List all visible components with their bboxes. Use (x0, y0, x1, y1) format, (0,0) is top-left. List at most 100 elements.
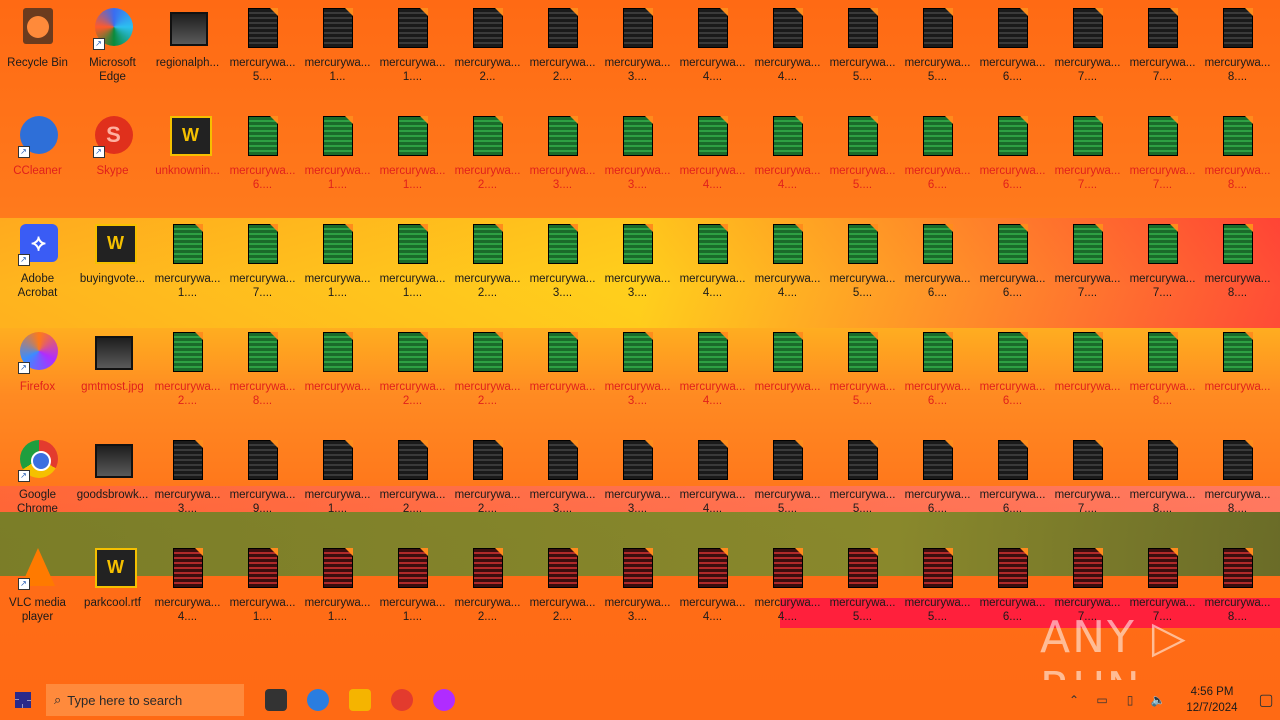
desktop-item[interactable]: mercurywa... 2.... (150, 324, 225, 424)
desktop-item[interactable]: mercurywa... 7.... (1050, 0, 1125, 100)
desktop-item[interactable]: mercurywa... 3.... (600, 540, 675, 640)
desktop-item[interactable]: mercurywa... 1.... (300, 216, 375, 316)
desktop-item[interactable]: mercurywa... 1.... (150, 216, 225, 316)
taskbar-clock[interactable]: 4:56 PM 12/7/2024 (1172, 684, 1252, 716)
desktop-item[interactable]: mercurywa... 5.... (825, 216, 900, 316)
desktop-item[interactable]: mercurywa... 6.... (900, 324, 975, 424)
desktop-item[interactable]: mercurywa... 2.... (525, 0, 600, 100)
desktop-item[interactable]: regionalph... (150, 0, 225, 100)
desktop-item[interactable]: gmtmost.jpg (75, 324, 150, 424)
desktop-item[interactable]: mercurywa... 6.... (975, 324, 1050, 424)
desktop-item[interactable]: mercurywa... 2.... (525, 540, 600, 640)
desktop-item[interactable]: mercurywa... 6.... (900, 216, 975, 316)
desktop-item[interactable]: mercurywa... 5.... (825, 432, 900, 532)
desktop-item[interactable]: mercurywa... 3.... (600, 108, 675, 208)
desktop-item[interactable]: mercurywa... 2.... (375, 432, 450, 532)
desktop-item[interactable]: mercurywa... 5.... (750, 432, 825, 532)
desktop-item[interactable]: mercurywa... 7.... (1050, 432, 1125, 532)
desktop-item[interactable]: ↗ Firefox (0, 324, 75, 424)
desktop-item[interactable]: mercurywa... 3.... (600, 0, 675, 100)
network-icon[interactable]: ▭ (1093, 691, 1111, 709)
desktop-item[interactable]: mercurywa... 5.... (825, 0, 900, 100)
desktop-item[interactable]: mercurywa... 3.... (525, 216, 600, 316)
desktop-item[interactable]: mercurywa... 8.... (1200, 108, 1275, 208)
desktop-item[interactable]: mercurywa... 4.... (675, 540, 750, 640)
desktop-item[interactable]: mercurywa... 5.... (825, 324, 900, 424)
chrome-icon[interactable] (384, 685, 420, 715)
desktop-item[interactable]: mercurywa... 7.... (1125, 0, 1200, 100)
desktop-item[interactable]: mercurywa... (750, 324, 825, 424)
desktop-item[interactable]: mercurywa... 6.... (975, 540, 1050, 640)
desktop-item[interactable]: mercurywa... 1.... (225, 540, 300, 640)
desktop-item[interactable]: mercurywa... 5.... (225, 0, 300, 100)
desktop-item[interactable]: mercurywa... 3.... (525, 432, 600, 532)
desktop-item[interactable]: mercurywa... 8.... (1200, 216, 1275, 316)
volume-icon[interactable]: 🔈 (1149, 691, 1167, 709)
desktop-item[interactable]: mercurywa... 4.... (750, 540, 825, 640)
desktop-item[interactable]: mercurywa... 3.... (150, 432, 225, 532)
desktop-item[interactable]: mercurywa... 6.... (975, 0, 1050, 100)
desktop-item[interactable]: mercurywa... (1050, 324, 1125, 424)
desktop-item[interactable]: mercurywa... 6.... (975, 432, 1050, 532)
notification-center-icon[interactable]: ▢ (1252, 680, 1280, 720)
desktop-item[interactable]: mercurywa... 2.... (450, 540, 525, 640)
desktop-item[interactable]: mercurywa... 8.... (225, 324, 300, 424)
desktop-item[interactable]: ↗ VLC media player (0, 540, 75, 640)
desktop-item[interactable]: mercurywa... 4.... (675, 216, 750, 316)
desktop-item[interactable]: mercurywa... 1.... (300, 432, 375, 532)
desktop-item[interactable]: mercurywa... 4.... (675, 324, 750, 424)
desktop-item[interactable]: mercurywa... 1.... (375, 216, 450, 316)
desktop-item[interactable]: mercurywa... 2.... (450, 324, 525, 424)
desktop-item[interactable]: mercurywa... 8.... (1200, 0, 1275, 100)
desktop-item[interactable]: mercurywa... 1.... (375, 108, 450, 208)
file-explorer-icon[interactable] (342, 685, 378, 715)
taskbar-search-box[interactable]: ⌕ Type here to search (46, 684, 244, 716)
desktop-item[interactable]: mercurywa... 1... (300, 0, 375, 100)
desktop-item[interactable]: mercurywa... 5.... (900, 0, 975, 100)
start-button[interactable] (0, 680, 46, 720)
desktop-item[interactable]: mercurywa... (525, 324, 600, 424)
desktop-item[interactable]: mercurywa... 3.... (600, 216, 675, 316)
desktop-item[interactable]: mercurywa... 2.... (450, 108, 525, 208)
desktop-item[interactable]: mercurywa... 6.... (900, 108, 975, 208)
desktop-item[interactable]: mercurywa... 7.... (225, 216, 300, 316)
desktop-item[interactable]: ⟡ ↗ Adobe Acrobat (0, 216, 75, 316)
desktop-item[interactable]: mercurywa... 2.... (375, 324, 450, 424)
battery-icon[interactable]: ▯ (1121, 691, 1139, 709)
desktop-item[interactable]: mercurywa... 5.... (900, 540, 975, 640)
desktop-item[interactable]: mercurywa... 7.... (1050, 108, 1125, 208)
desktop-item[interactable]: mercurywa... 1.... (375, 540, 450, 640)
desktop-item[interactable]: mercurywa... 4.... (675, 0, 750, 100)
desktop-item[interactable]: S ↗ Skype (75, 108, 150, 208)
desktop-item[interactable]: mercurywa... 3.... (525, 108, 600, 208)
desktop-item[interactable]: mercurywa... 4.... (675, 108, 750, 208)
desktop-item[interactable]: mercurywa... 7.... (1050, 216, 1125, 316)
desktop-item[interactable]: mercurywa... 2... (450, 0, 525, 100)
desktop-item[interactable]: mercurywa... 4.... (750, 0, 825, 100)
task-view-icon[interactable] (258, 685, 294, 715)
desktop-item[interactable]: ↗ Microsoft Edge (75, 0, 150, 100)
desktop-item[interactable]: mercurywa... 8.... (1125, 432, 1200, 532)
desktop-item[interactable]: mercurywa... 6.... (975, 108, 1050, 208)
desktop-item[interactable]: mercurywa... 6.... (975, 216, 1050, 316)
desktop-item[interactable]: Recycle Bin (0, 0, 75, 100)
desktop-item[interactable]: mercurywa... 5.... (825, 540, 900, 640)
desktop-item[interactable]: mercurywa... 1.... (375, 0, 450, 100)
desktop-item[interactable]: mercurywa... 4.... (150, 540, 225, 640)
desktop-item[interactable]: mercurywa... (300, 324, 375, 424)
desktop-item[interactable]: mercurywa... 2.... (450, 432, 525, 532)
desktop-item[interactable]: mercurywa... 8.... (1200, 432, 1275, 532)
desktop-item[interactable]: mercurywa... 8.... (1125, 324, 1200, 424)
desktop-item[interactable]: Wunknownin... (150, 108, 225, 208)
edge-icon[interactable] (300, 685, 336, 715)
desktop-item[interactable]: Wparkcool.rtf (75, 540, 150, 640)
desktop-item[interactable]: mercurywa... 4.... (675, 432, 750, 532)
desktop-item[interactable]: mercurywa... 3.... (600, 324, 675, 424)
desktop-item[interactable]: mercurywa... 1.... (300, 540, 375, 640)
desktop-item[interactable]: mercurywa... 4.... (750, 108, 825, 208)
desktop-item[interactable]: mercurywa... 3.... (600, 432, 675, 532)
desktop-item[interactable]: ↗ Google Chrome (0, 432, 75, 532)
desktop-item[interactable]: ↗ CCleaner (0, 108, 75, 208)
desktop-item[interactable]: goodsbrowk... (75, 432, 150, 532)
desktop-item[interactable]: mercurywa... 9.... (225, 432, 300, 532)
